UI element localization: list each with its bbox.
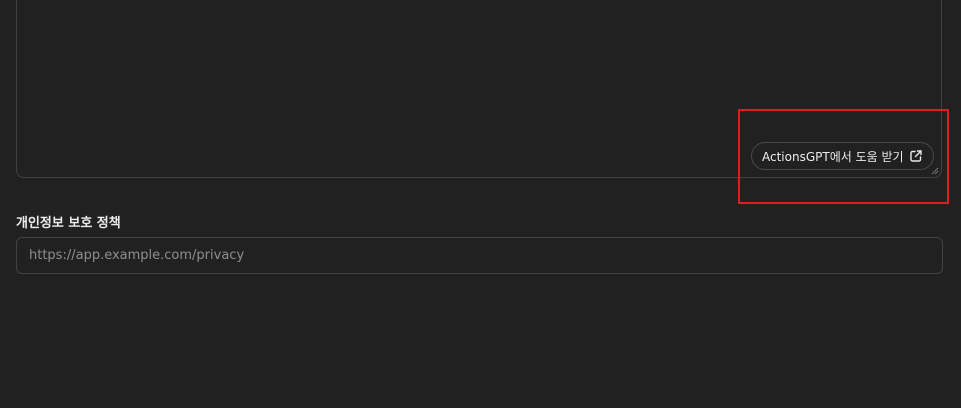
privacy-policy-url-input[interactable] (16, 237, 943, 274)
privacy-policy-label: 개인정보 보호 정책 (16, 216, 121, 231)
gpt-action-editor: ActionsGPT에서 도움 받기 개인정보 보호 정책 (0, 0, 961, 408)
external-link-icon (909, 149, 923, 163)
help-button-label: ActionsGPT에서 도움 받기 (762, 149, 904, 164)
actionsgpt-help-button[interactable]: ActionsGPT에서 도움 받기 (751, 142, 934, 170)
resize-handle-icon[interactable] (931, 167, 939, 175)
